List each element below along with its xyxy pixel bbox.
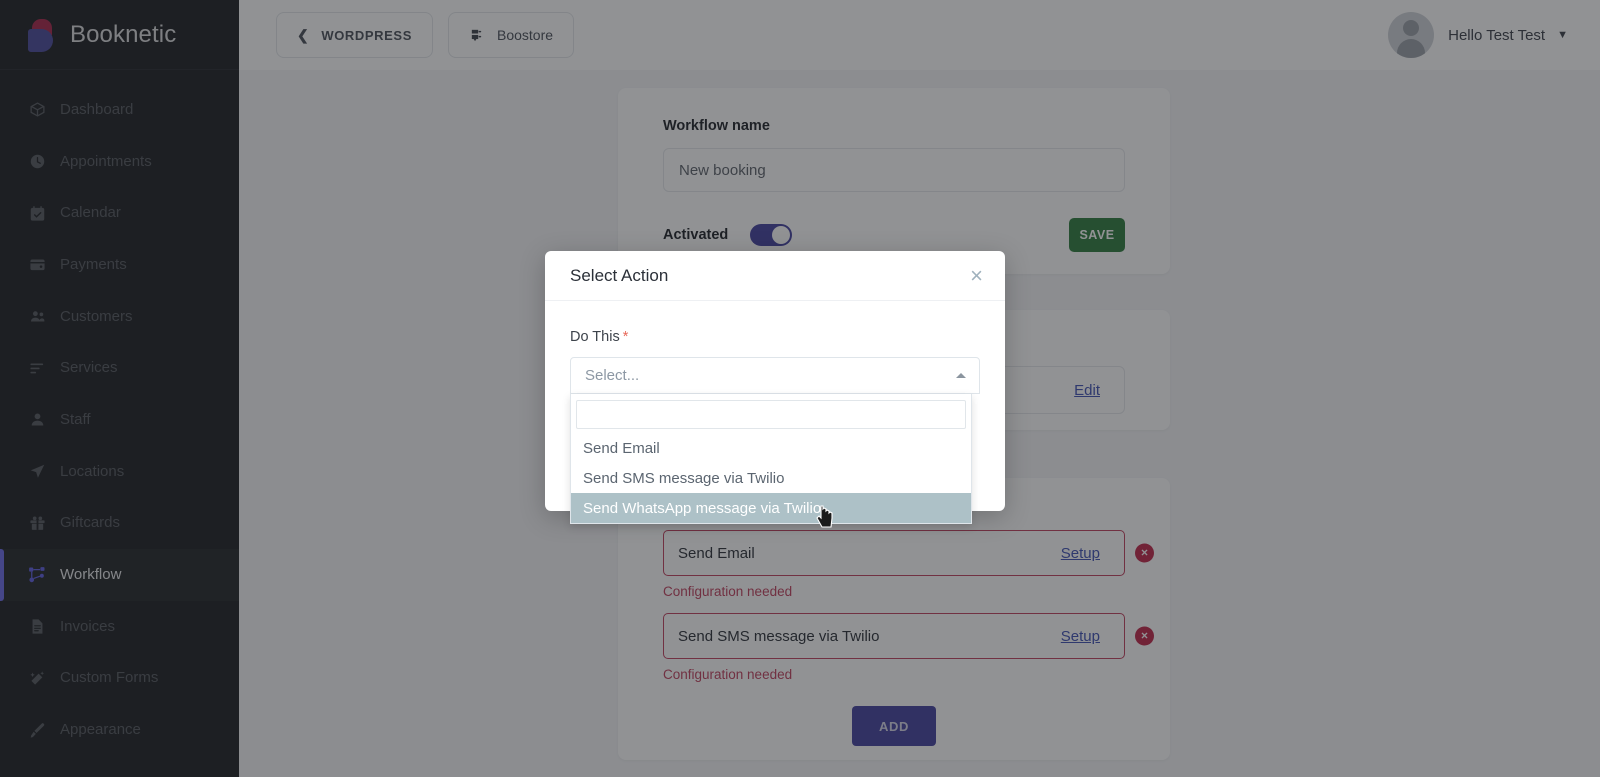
action-option-list: Send Email Send SMS message via Twilio Sen… <box>571 433 971 523</box>
action-search-wrap <box>571 394 971 433</box>
action-select-box[interactable]: Select... <box>570 357 980 394</box>
close-icon[interactable]: × <box>970 264 983 287</box>
action-select-dropdown: Send Email Send SMS message via Twilio Sen… <box>570 394 972 524</box>
action-option[interactable]: Send SMS message via Twilio <box>571 463 971 493</box>
select-action-modal: Select Action × Do This * Select... Send … <box>545 251 1005 524</box>
action-option[interactable]: Send Email <box>571 433 971 463</box>
required-asterisk: * <box>622 329 629 345</box>
action-select-placeholder: Select... <box>585 367 640 384</box>
do-this-label-text: Do This <box>570 329 620 345</box>
modal-title: Select Action <box>570 265 669 285</box>
modal-body: Do This * Select... Send Email Send SMS me… <box>545 301 1005 524</box>
caret-up-icon <box>956 373 966 378</box>
do-this-field-label: Do This * <box>570 329 980 345</box>
app-root: Booknetic Dashboard Appointments Calendar P… <box>0 0 1600 777</box>
action-search-input[interactable] <box>576 400 966 429</box>
modal-header: Select Action × <box>545 251 1005 301</box>
action-select: Select... Send Email Send SMS message via… <box>570 357 980 524</box>
action-option[interactable]: Send WhatsApp message via Twilio <box>571 493 971 523</box>
